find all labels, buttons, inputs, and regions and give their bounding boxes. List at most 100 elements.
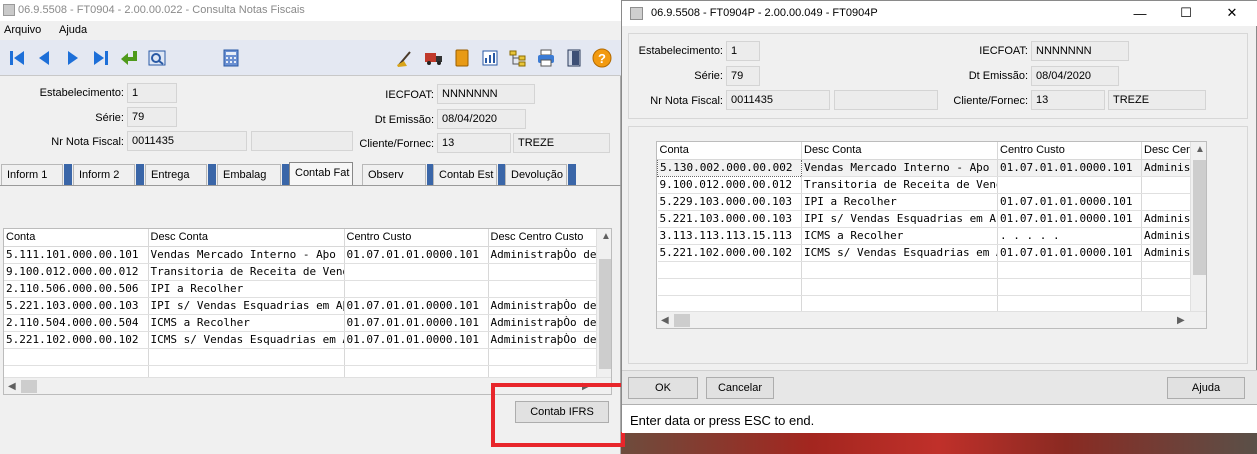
first-record-icon[interactable] bbox=[6, 47, 28, 69]
cliente-code-field[interactable]: 13 bbox=[1031, 90, 1105, 110]
next-record-icon[interactable] bbox=[62, 47, 84, 69]
table-row[interactable]: 9.100.012.000.00.012 Transitoria de Recei… bbox=[657, 176, 1191, 194]
menu-ajuda[interactable]: Ajuda bbox=[59, 24, 87, 36]
cell-desc-centro-custo: Administ bbox=[1141, 210, 1191, 228]
scrollbar-thumb[interactable] bbox=[1193, 160, 1206, 275]
table-row[interactable]: 5.221.102.000.00.102 ICMS s/ Vendas Esqua… bbox=[4, 331, 599, 349]
tree-icon[interactable] bbox=[507, 47, 529, 69]
cell-centro-custo: 01.07.01.01.0000.101 bbox=[344, 246, 489, 264]
column-header-desc-centro-custo[interactable]: Desc Cent bbox=[1141, 142, 1191, 160]
last-record-icon[interactable] bbox=[90, 47, 112, 69]
tab-devolucao[interactable]: Devolução bbox=[505, 164, 567, 185]
cliente-code-field[interactable]: 13 bbox=[437, 133, 511, 153]
truck-icon[interactable] bbox=[423, 47, 445, 69]
table-row[interactable] bbox=[657, 278, 1191, 296]
scrollbar-thumb[interactable] bbox=[599, 259, 611, 369]
dt-emissao-field[interactable]: 08/04/2020 bbox=[437, 109, 526, 129]
scroll-left-icon[interactable]: ◀ bbox=[661, 315, 669, 326]
horizontal-scrollbar[interactable]: ◀ ▶ bbox=[657, 311, 1206, 328]
cleaning-icon[interactable] bbox=[394, 47, 416, 69]
table-row[interactable]: 5.221.103.000.00.103 IPI s/ Vendas Esquad… bbox=[657, 210, 1191, 228]
cell-centro-custo: . . . . . bbox=[997, 227, 1142, 245]
tab-inform-2[interactable]: Inform 2 bbox=[73, 164, 135, 185]
menu-arquivo[interactable]: Arquivo bbox=[4, 24, 41, 36]
cell-conta: 5.111.101.000.00.101 bbox=[4, 246, 149, 264]
zoom-icon[interactable] bbox=[146, 47, 168, 69]
serie-field[interactable]: 79 bbox=[726, 66, 760, 86]
tab-entrega[interactable]: Entrega bbox=[145, 164, 207, 185]
vertical-scrollbar[interactable]: ▲ bbox=[1190, 142, 1206, 311]
cell-centro-custo: 01.07.01.01.0000.101 bbox=[997, 159, 1142, 177]
book-icon[interactable] bbox=[451, 47, 473, 69]
table-row[interactable]: 5.111.101.000.00.101 Vendas Mercado Inter… bbox=[4, 246, 599, 264]
table-row[interactable]: 3.113.113.113.15.113 ICMS a Recolher . . … bbox=[657, 227, 1191, 245]
estabelecimento-field[interactable]: 1 bbox=[726, 41, 760, 61]
contab-fat-grid[interactable]: Conta Desc Conta Centro Custo Desc Centr… bbox=[3, 228, 612, 395]
table-row[interactable] bbox=[4, 348, 599, 366]
column-header-desc-conta[interactable]: Desc Conta bbox=[801, 142, 998, 160]
scrollbar-thumb[interactable] bbox=[21, 380, 37, 393]
table-row[interactable]: 5.229.103.000.00.103 IPI a Recolher 01.07.… bbox=[657, 193, 1191, 211]
cliente-name-field[interactable]: TREZE bbox=[513, 133, 610, 153]
return-icon[interactable] bbox=[118, 47, 140, 69]
table-row[interactable] bbox=[657, 261, 1191, 279]
vertical-scrollbar[interactable]: ▲ bbox=[596, 229, 611, 377]
calculator-icon[interactable] bbox=[220, 47, 242, 69]
table-row[interactable]: 9.100.012.000.00.012 Transitoria de Recei… bbox=[4, 263, 599, 281]
cell-desc-centro-custo: Administ bbox=[1141, 244, 1191, 262]
help-icon[interactable]: ? bbox=[591, 47, 613, 69]
cancel-button[interactable]: Cancelar bbox=[706, 377, 774, 399]
nr-nota-fiscal-extra-field[interactable] bbox=[251, 131, 353, 151]
dt-emissao-field[interactable]: 08/04/2020 bbox=[1031, 66, 1119, 86]
nr-nota-fiscal-field[interactable]: 0011435 bbox=[726, 90, 830, 110]
column-header-centro-custo[interactable]: Centro Custo bbox=[997, 142, 1142, 160]
exit-door-icon[interactable] bbox=[563, 47, 585, 69]
column-header-desc-centro-custo[interactable]: Desc Centro Custo bbox=[488, 229, 599, 247]
table-row[interactable]: 5.221.103.000.00.103 IPI s/ Vendas Esquad… bbox=[4, 297, 599, 315]
help-button[interactable]: Ajuda bbox=[1167, 377, 1245, 399]
table-row[interactable]: 5.130.002.000.00.002 Vendas Mercado Inter… bbox=[657, 158, 1191, 177]
chart-icon[interactable] bbox=[479, 47, 501, 69]
cell-desc-conta: IPI a Recolher bbox=[148, 280, 345, 298]
table-row[interactable]: 5.221.102.000.00.102 ICMS s/ Vendas Esqua… bbox=[657, 244, 1191, 262]
nr-nota-fiscal-extra-field[interactable] bbox=[834, 90, 938, 110]
dt-emissao-label: Dt Emissão: bbox=[374, 114, 434, 126]
tab-contab-est[interactable]: Contab Est bbox=[433, 164, 497, 185]
iecfoat-label: IECFOAT: bbox=[385, 89, 434, 101]
column-header-conta[interactable]: Conta bbox=[4, 229, 149, 247]
table-row[interactable]: 2.110.504.000.00.504 ICMS a Recolher 01.07… bbox=[4, 314, 599, 332]
minimize-icon[interactable]: — bbox=[1130, 4, 1150, 22]
close-icon[interactable]: ✕ bbox=[1222, 4, 1242, 22]
scroll-up-icon[interactable]: ▲ bbox=[601, 231, 611, 242]
tab-observ[interactable]: Observ bbox=[362, 164, 426, 185]
column-header-conta[interactable]: Conta bbox=[657, 142, 802, 160]
serie-field[interactable]: 79 bbox=[127, 107, 177, 127]
contab-ifrs-grid[interactable]: Conta Desc Conta Centro Custo Desc Cent … bbox=[656, 141, 1207, 329]
scrollbar-thumb[interactable] bbox=[674, 314, 690, 327]
cell-desc-conta: Transitoria de Receita de Vendas bbox=[801, 176, 998, 194]
tab-contab-fat[interactable]: Contab Fat bbox=[289, 162, 353, 186]
main-window-title: 06.9.5508 - FT0904 - 2.00.00.022 - Consu… bbox=[18, 4, 305, 16]
scroll-left-icon[interactable]: ◀ bbox=[8, 381, 16, 392]
iecfoat-field[interactable]: NNNNNNN bbox=[1031, 41, 1129, 61]
scroll-up-icon[interactable]: ▲ bbox=[1195, 144, 1205, 155]
estabelecimento-field[interactable]: 1 bbox=[127, 83, 177, 103]
nr-nota-fiscal-field[interactable]: 0011435 bbox=[127, 131, 247, 151]
table-row[interactable] bbox=[657, 295, 1191, 313]
tab-inform-1[interactable]: Inform 1 bbox=[1, 164, 63, 185]
tab-embalag[interactable]: Embalag bbox=[217, 164, 281, 185]
nr-nota-fiscal-label: Nr Nota Fiscal: bbox=[51, 136, 124, 148]
cell-desc-conta: IPI a Recolher bbox=[801, 193, 998, 211]
iecfoat-field[interactable]: NNNNNNN bbox=[437, 84, 535, 104]
column-header-centro-custo[interactable]: Centro Custo bbox=[344, 229, 489, 247]
prev-record-icon[interactable] bbox=[33, 47, 55, 69]
ok-button[interactable]: OK bbox=[628, 377, 698, 399]
maximize-icon[interactable]: ☐ bbox=[1176, 4, 1196, 22]
print-icon[interactable] bbox=[535, 47, 557, 69]
cell-centro-custo: 01.07.01.01.0000.101 bbox=[997, 244, 1142, 262]
cell-desc-centro-custo: AdministraþÒo de bbox=[488, 246, 599, 264]
cliente-name-field[interactable]: TREZE bbox=[1108, 90, 1206, 110]
table-row[interactable]: 2.110.506.000.00.506 IPI a Recolher bbox=[4, 280, 599, 298]
scroll-right-icon[interactable]: ▶ bbox=[1177, 315, 1185, 326]
column-header-desc-conta[interactable]: Desc Conta bbox=[148, 229, 345, 247]
